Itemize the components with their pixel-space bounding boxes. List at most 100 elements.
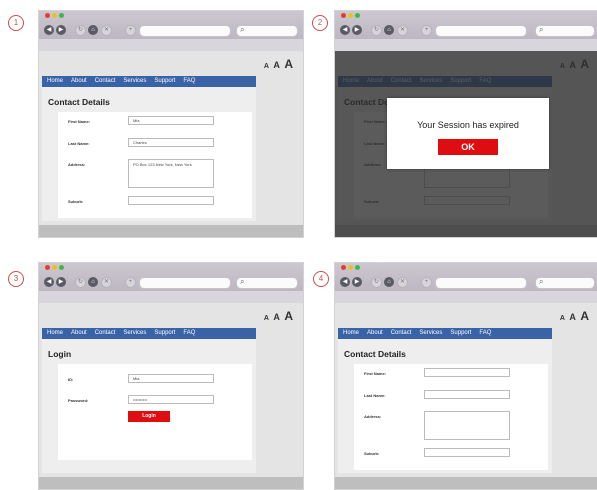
- address-bar[interactable]: [139, 25, 231, 37]
- nav-faq[interactable]: FAQ: [183, 328, 195, 339]
- suburb-field[interactable]: [424, 448, 510, 457]
- home-icon[interactable]: ⌂: [88, 25, 98, 35]
- nav-about[interactable]: About: [367, 328, 383, 339]
- new-tab-icon[interactable]: +: [125, 277, 136, 288]
- search-icon: ⌕: [539, 277, 544, 286]
- bookmarks-bar: [39, 291, 303, 303]
- first-name-field[interactable]: [424, 368, 510, 377]
- nav-home[interactable]: Home: [47, 76, 63, 87]
- text-size-control[interactable]: A A A: [264, 308, 293, 324]
- home-icon[interactable]: ⌂: [88, 277, 98, 287]
- forward-icon[interactable]: ▶: [56, 25, 66, 35]
- text-size-small[interactable]: A: [264, 63, 269, 70]
- id-field[interactable]: Mia: [128, 374, 214, 383]
- main-nav: Home About Contact Services Support FAQ: [42, 76, 256, 87]
- nav-faq[interactable]: FAQ: [479, 328, 491, 339]
- search-input[interactable]: ⌕: [236, 277, 298, 289]
- password-field[interactable]: ••••••••••: [128, 395, 214, 404]
- text-size-large[interactable]: A: [284, 309, 293, 323]
- close-window-dot[interactable]: [341, 13, 346, 18]
- suburb-field[interactable]: [128, 196, 214, 205]
- nav-services[interactable]: Services: [419, 328, 442, 339]
- first-name-label: First Name:: [68, 119, 91, 124]
- nav-contact[interactable]: Contact: [391, 328, 412, 339]
- address-bar[interactable]: [435, 25, 527, 37]
- nav-support[interactable]: Support: [450, 328, 471, 339]
- ok-button[interactable]: OK: [438, 139, 498, 155]
- text-size-control[interactable]: A A A: [264, 56, 293, 72]
- nav-faq[interactable]: FAQ: [183, 76, 195, 87]
- back-icon[interactable]: ◀: [340, 277, 350, 287]
- refresh-icon[interactable]: ↻: [75, 277, 86, 288]
- address-bar[interactable]: [139, 277, 231, 289]
- close-icon[interactable]: ✕: [101, 25, 112, 36]
- nav-services[interactable]: Services: [123, 328, 146, 339]
- contact-form: First Name: Last Name: Address: Suburb:: [354, 364, 548, 470]
- close-window-dot[interactable]: [341, 265, 346, 270]
- minimize-window-dot[interactable]: [348, 265, 353, 270]
- page-title: Contact Details: [344, 349, 406, 359]
- window-controls: [45, 13, 64, 18]
- forward-icon[interactable]: ▶: [56, 277, 66, 287]
- text-size-control[interactable]: A A A: [560, 308, 589, 324]
- nav-support[interactable]: Support: [154, 328, 175, 339]
- search-input[interactable]: ⌕: [236, 25, 298, 37]
- close-window-dot[interactable]: [45, 265, 50, 270]
- text-size-large[interactable]: A: [284, 57, 293, 71]
- refresh-icon[interactable]: ↻: [75, 25, 86, 36]
- minimize-window-dot[interactable]: [52, 13, 57, 18]
- new-tab-icon[interactable]: +: [421, 277, 432, 288]
- new-tab-icon[interactable]: +: [125, 25, 136, 36]
- text-size-medium[interactable]: A: [273, 60, 280, 70]
- text-size-large[interactable]: A: [580, 309, 589, 323]
- maximize-window-dot[interactable]: [59, 265, 64, 270]
- step-badge-1: 1: [8, 15, 24, 31]
- forward-icon[interactable]: ▶: [352, 25, 362, 35]
- step-badge-3: 3: [8, 271, 24, 287]
- text-size-medium[interactable]: A: [273, 312, 280, 322]
- nav-support[interactable]: Support: [154, 76, 175, 87]
- back-icon[interactable]: ◀: [340, 25, 350, 35]
- back-icon[interactable]: ◀: [44, 277, 54, 287]
- maximize-window-dot[interactable]: [355, 265, 360, 270]
- back-icon[interactable]: ◀: [44, 25, 54, 35]
- search-input[interactable]: ⌕: [535, 25, 595, 37]
- text-size-small[interactable]: A: [264, 315, 269, 322]
- maximize-window-dot[interactable]: [355, 13, 360, 18]
- refresh-icon[interactable]: ↻: [371, 277, 382, 288]
- first-name-field[interactable]: Mia: [128, 116, 214, 125]
- close-window-dot[interactable]: [45, 13, 50, 18]
- login-button[interactable]: Login: [128, 411, 170, 422]
- new-tab-icon[interactable]: +: [421, 25, 432, 36]
- close-icon[interactable]: ✕: [397, 25, 408, 36]
- login-panel: Login ID: Mia Password: •••••••••• Login: [42, 339, 256, 473]
- close-icon[interactable]: ✕: [101, 277, 112, 288]
- nav-home[interactable]: Home: [343, 328, 359, 339]
- refresh-icon[interactable]: ↻: [371, 25, 382, 36]
- browser-toolbar: ◀ ▶ ↻ ⌂ ✕ + ⌕: [335, 11, 597, 39]
- last-name-field[interactable]: Charles: [128, 138, 214, 147]
- minimize-window-dot[interactable]: [348, 13, 353, 18]
- nav-home[interactable]: Home: [47, 328, 63, 339]
- address-field[interactable]: PO Box 123 New York, New York: [128, 159, 214, 188]
- home-icon[interactable]: ⌂: [384, 25, 394, 35]
- forward-icon[interactable]: ▶: [352, 277, 362, 287]
- last-name-field[interactable]: [424, 390, 510, 399]
- home-icon[interactable]: ⌂: [384, 277, 394, 287]
- address-field[interactable]: [424, 411, 510, 440]
- address-bar[interactable]: [435, 277, 527, 289]
- minimize-window-dot[interactable]: [52, 265, 57, 270]
- nav-services[interactable]: Services: [123, 76, 146, 87]
- address-label: Address:: [364, 414, 382, 419]
- close-icon[interactable]: ✕: [397, 277, 408, 288]
- nav-contact[interactable]: Contact: [95, 76, 116, 87]
- nav-about[interactable]: About: [71, 76, 87, 87]
- search-input[interactable]: ⌕: [535, 277, 595, 289]
- browser-window-2: ◀ ▶ ↻ ⌂ ✕ + ⌕ A A A Home About Contact S…: [334, 10, 597, 238]
- maximize-window-dot[interactable]: [59, 13, 64, 18]
- bookmarks-bar: [335, 291, 597, 303]
- nav-contact[interactable]: Contact: [95, 328, 116, 339]
- text-size-medium[interactable]: A: [569, 312, 576, 322]
- nav-about[interactable]: About: [71, 328, 87, 339]
- text-size-small[interactable]: A: [560, 315, 565, 322]
